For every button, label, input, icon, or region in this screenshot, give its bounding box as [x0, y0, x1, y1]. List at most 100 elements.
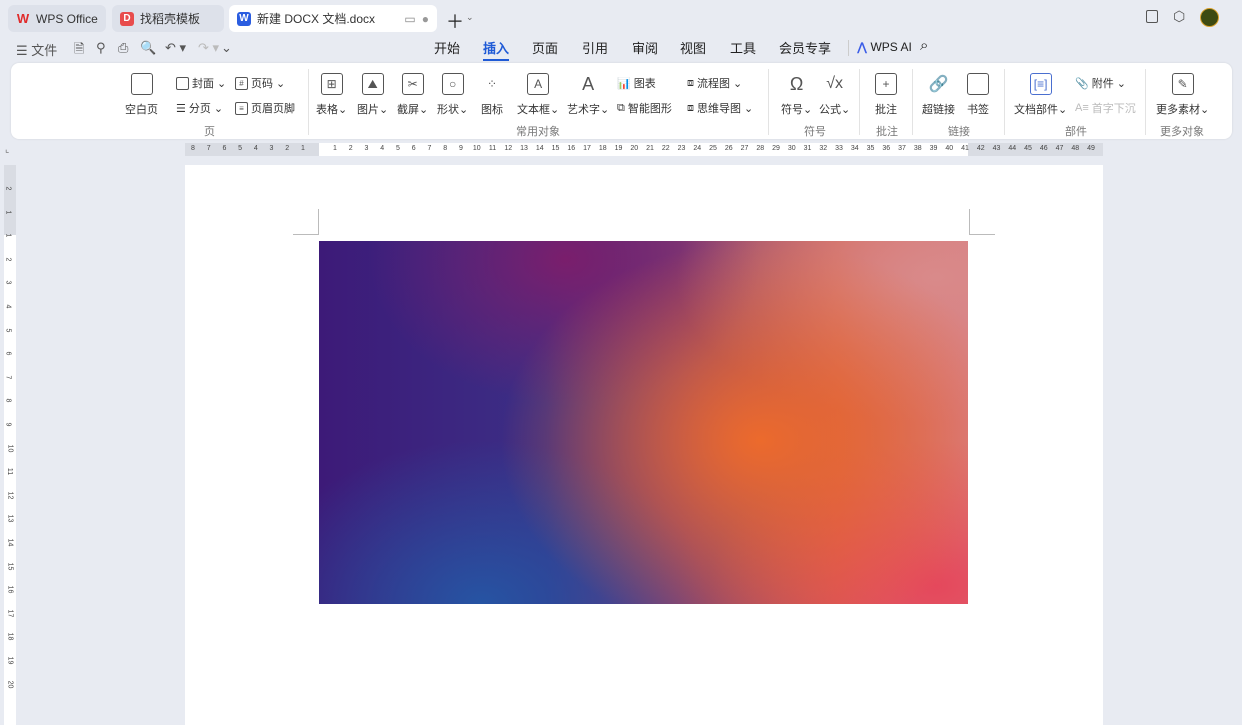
vertical-ruler[interactable]: 2 1 1 2 3 4 5 6 7 8 9 10 11 12 13 14 15 16 17 18 19 20: [4, 165, 16, 725]
page-break-button[interactable]: ☰ 分页 ⌄: [176, 100, 223, 116]
shape-button[interactable]: ○ 形状⌄: [437, 73, 468, 117]
ruler-tick-label: 12: [6, 491, 14, 500]
menu-tab[interactable]: 审阅: [632, 38, 658, 57]
picture-button[interactable]: ⛰ 图片⌄: [357, 73, 388, 117]
redo-icon[interactable]: ↷ ▾: [198, 40, 219, 56]
ruler-tick-label: 8: [443, 145, 448, 152]
ruler-tick-label: 21: [646, 145, 654, 152]
tab-document[interactable]: W 新建 DOCX 文档.docx ▭ ●: [229, 5, 437, 32]
document-page[interactable]: [185, 165, 1103, 725]
chart-button[interactable]: 📊 图表: [617, 75, 656, 91]
page-break-icon: ☰: [176, 102, 186, 115]
ruler-tick-label: 47: [1055, 145, 1064, 152]
picture-icon: ⛰: [361, 73, 384, 95]
flowchart-button[interactable]: ⧈ 流程图 ⌄: [687, 75, 742, 91]
ruler-tick-label: 6: [222, 145, 227, 152]
ruler-tick-label: 27: [740, 145, 749, 152]
tab-wps-office[interactable]: W WPS Office: [8, 5, 106, 32]
menu-tab[interactable]: 引用: [582, 38, 608, 57]
label: 首字下沉: [1091, 103, 1136, 115]
comment-button[interactable]: + 批注: [875, 73, 897, 117]
gradient-image[interactable]: [319, 241, 968, 604]
menu-tab[interactable]: 会员专享: [779, 38, 831, 57]
label: 文本框: [517, 104, 550, 116]
more-material-button[interactable]: ✎ 更多素材⌄: [1156, 73, 1209, 117]
blank-page-button[interactable]: 空白页: [125, 73, 158, 117]
header-footer-button[interactable]: ≡ 页眉页脚: [235, 100, 295, 116]
tab-template[interactable]: D 找稻壳模板: [112, 5, 224, 32]
ruler-tick-label: 4: [253, 145, 258, 152]
icons-icon: ⁘: [486, 77, 498, 91]
menu-tab[interactable]: 视图: [680, 38, 706, 57]
ruler-tick-label: 37: [898, 145, 906, 152]
docer-icon: D: [120, 11, 134, 26]
divider: [912, 69, 913, 135]
ruler-tick-label: 8: [191, 145, 195, 152]
ruler-tick-label: 7: [206, 145, 211, 152]
label: 页码: [251, 78, 273, 90]
group-label-link: 链接: [948, 126, 970, 138]
textbox-button[interactable]: A 文本框⌄: [517, 73, 559, 117]
ruler-tick-label: 3: [269, 145, 274, 152]
label: 智能图形: [627, 103, 672, 115]
ruler-tick-label: 32: [819, 145, 828, 152]
page-number-button[interactable]: # 页码 ⌄: [235, 75, 285, 91]
menu-tab[interactable]: 页面: [532, 38, 558, 57]
file-menu[interactable]: ☰ 文件: [16, 40, 57, 59]
divider: [768, 69, 769, 135]
label: 分页: [188, 103, 211, 115]
label: 封面: [192, 78, 214, 90]
print-icon[interactable]: ⎙: [118, 40, 128, 56]
label: 表格: [316, 104, 338, 116]
mindmap-button[interactable]: ⧈ 思维导图 ⌄: [687, 100, 753, 116]
search-icon[interactable]: ⌕: [920, 37, 928, 54]
cover-button[interactable]: 封面 ⌄: [176, 75, 226, 91]
share-icon[interactable]: ⚲: [96, 40, 106, 56]
ruler-tick-label: 17: [6, 609, 14, 618]
hyperlink-button[interactable]: 🔗 超链接: [922, 73, 955, 117]
ruler-tick-label: 41: [961, 145, 969, 152]
wordart-button[interactable]: A 艺术字⌄: [567, 73, 609, 117]
tab-label: WPS Office: [36, 11, 98, 26]
group-label-page: 页: [204, 126, 215, 138]
attachment-button[interactable]: 📎 附件 ⌄: [1075, 75, 1126, 91]
group-label-common: 常用对象: [516, 126, 560, 138]
icon-button[interactable]: ⁘ 图标: [481, 73, 503, 117]
wps-logo-icon: W: [16, 11, 30, 26]
doc-parts-button[interactable]: [≡] 文档部件⌄: [1014, 73, 1067, 117]
new-tab-button[interactable]: ＋: [446, 8, 464, 34]
ruler-tick-label: 13: [6, 514, 14, 523]
ruler-toggle-icon[interactable]: ⌞: [5, 144, 9, 155]
drop-cap-button[interactable]: A≡ 首字下沉: [1075, 100, 1136, 116]
tab-list-chevron-icon[interactable]: ⌄: [466, 12, 474, 23]
ruler-tick-label: 16: [567, 145, 576, 152]
window-restore-icon[interactable]: [1146, 10, 1158, 23]
symbol-button[interactable]: Ω 符号⌄: [781, 73, 812, 117]
wps-ai-button[interactable]: ⋀ WPS AI: [857, 40, 912, 54]
undo-icon[interactable]: ↶ ▾: [165, 40, 186, 56]
ruler-tick-label: 49: [1087, 145, 1095, 152]
horizontal-ruler[interactable]: 8 7 6 5 4 3 2 1 1 2 3 4 5 6 7 8 9 10 11 12 13 14 15 16 17 18 19 20 2…: [185, 143, 1103, 156]
margin-corner-mark: [969, 209, 995, 235]
formula-button[interactable]: √x 公式⌄: [819, 73, 850, 117]
ruler-tick-label: 5: [4, 328, 12, 333]
save-icon[interactable]: 🗎: [74, 40, 84, 62]
table-icon: ⊞: [320, 73, 343, 95]
ruler-tick-label: 4: [380, 145, 385, 152]
smart-graphic-button[interactable]: ⧉ 智能图形: [617, 100, 672, 116]
cube-icon[interactable]: ⬡: [1173, 8, 1185, 25]
avatar[interactable]: [1200, 8, 1219, 27]
ruler-tick-label: 29: [772, 145, 780, 152]
menu-tab[interactable]: 开始: [434, 38, 460, 57]
monitor-icon[interactable]: ▭: [404, 12, 415, 26]
menu-tab[interactable]: 工具: [730, 38, 756, 57]
menu-tab[interactable]: 插入: [483, 38, 510, 61]
screenshot-button[interactable]: ✂ 截屏⌄: [397, 73, 428, 117]
bookmark-button[interactable]: 书签: [967, 73, 989, 117]
ruler-tick-label: 36: [882, 145, 891, 152]
print-preview-icon[interactable]: 🔍: [140, 40, 156, 56]
group-label-parts: 部件: [1065, 126, 1087, 138]
group-label-comment: 批注: [876, 126, 898, 138]
more-quick-access-icon[interactable]: ⌄: [221, 40, 232, 56]
table-button[interactable]: ⊞ 表格⌄: [316, 73, 347, 117]
